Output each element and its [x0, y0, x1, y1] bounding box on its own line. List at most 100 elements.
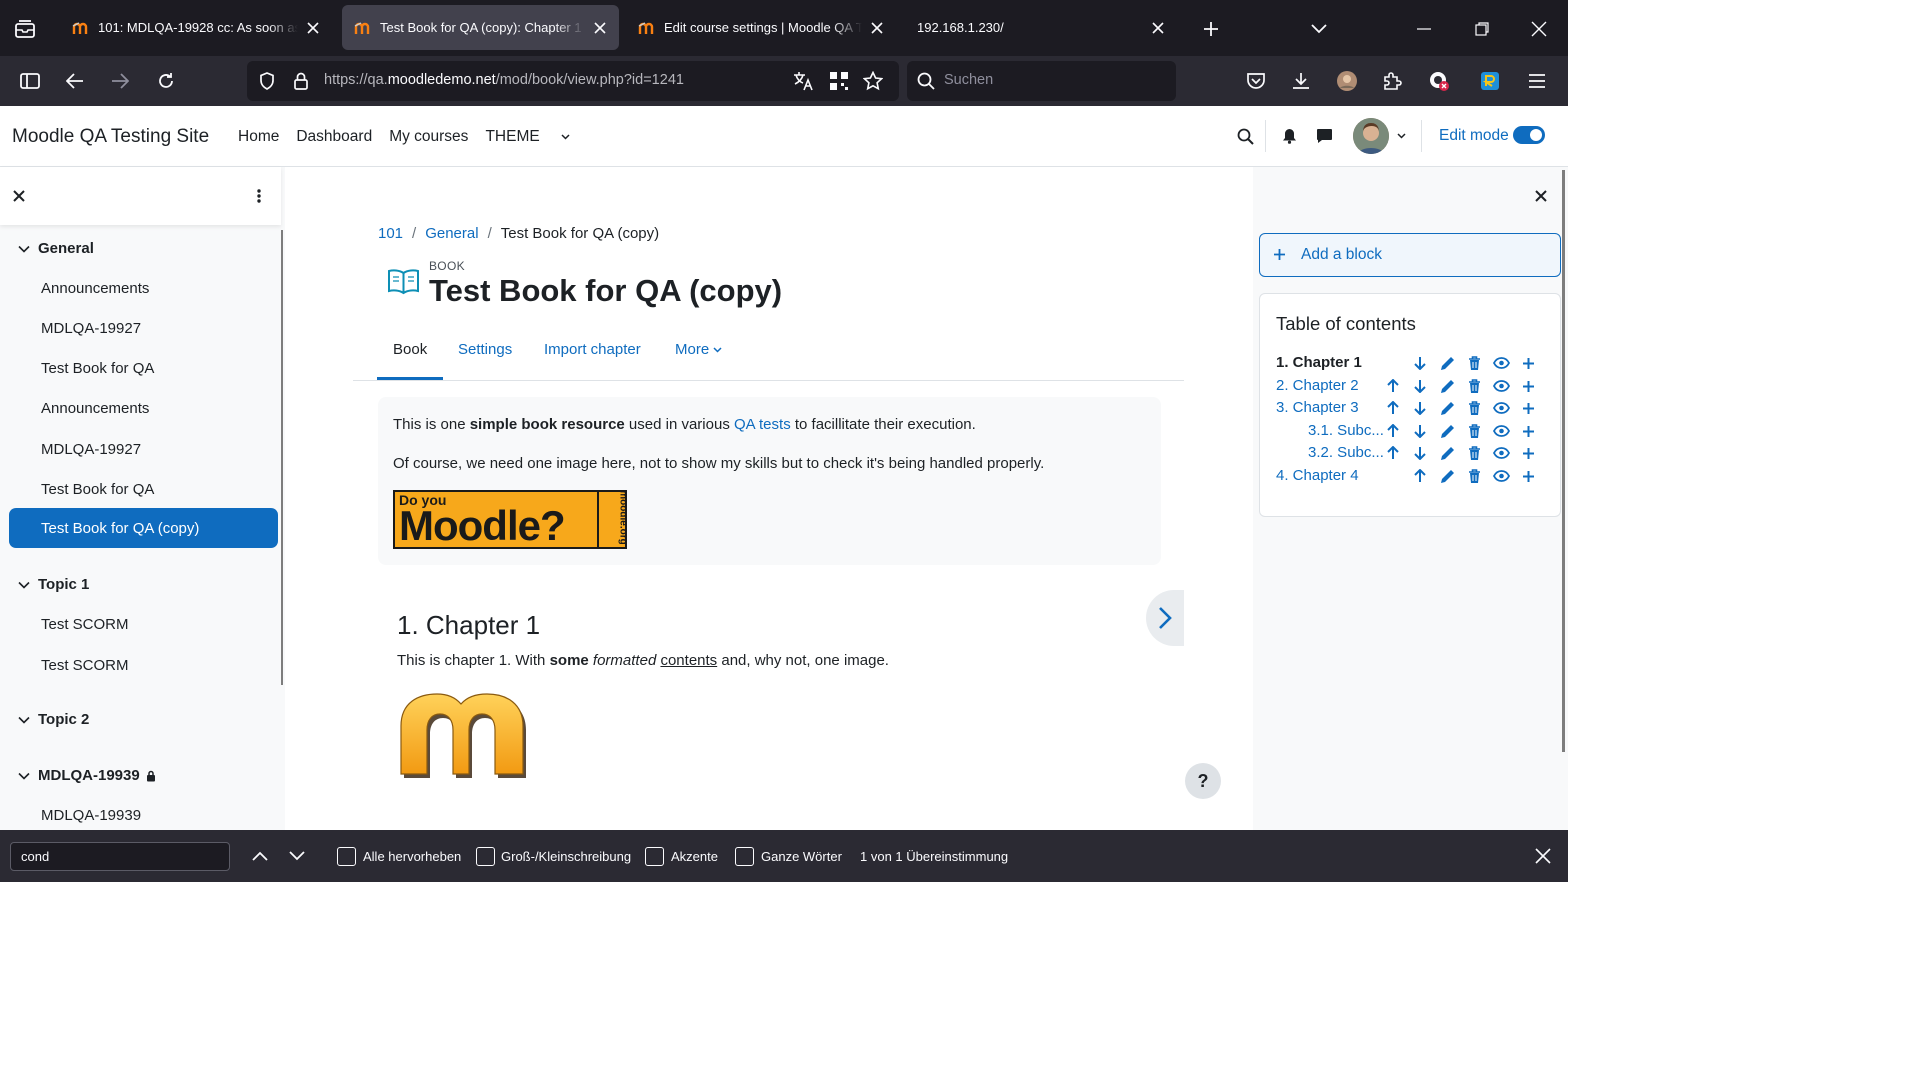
tab-import-chapter[interactable]: Import chapter — [544, 341, 641, 358]
accents-label[interactable]: Akzente — [671, 849, 718, 864]
move-down-arrow-icon[interactable] — [1411, 377, 1429, 395]
downloads-icon[interactable] — [1284, 64, 1318, 98]
user-menu-chevron-icon[interactable] — [1395, 131, 1407, 141]
course-index-item[interactable]: Test SCORM — [41, 657, 129, 674]
user-avatar[interactable] — [1353, 118, 1389, 154]
sidebar-toggle-icon[interactable] — [13, 64, 47, 98]
toc-subchapter-link[interactable]: 3.1. Subc... — [1308, 422, 1384, 439]
course-index-item[interactable]: Announcements — [41, 280, 149, 297]
course-index-item[interactable]: Announcements — [41, 400, 149, 417]
tab-settings[interactable]: Settings — [458, 341, 512, 358]
delete-trash-icon[interactable] — [1465, 422, 1483, 440]
url-bar[interactable]: https://qa.moodledemo.net/mod/book/view.… — [247, 61, 899, 101]
messages-icon[interactable] — [1311, 123, 1337, 149]
whole-words-label[interactable]: Ganze Wörter — [761, 849, 842, 864]
add-chapter-plus-icon[interactable] — [1519, 467, 1537, 485]
delete-trash-icon[interactable] — [1465, 467, 1483, 485]
course-index-item[interactable]: Test Book for QA — [41, 360, 154, 377]
site-name[interactable]: Moodle QA Testing Site — [12, 126, 209, 148]
edit-pencil-icon[interactable] — [1438, 444, 1456, 462]
highlight-all-checkbox[interactable] — [337, 847, 356, 866]
browser-tab[interactable]: Edit course settings | Moodle QA Testin — [626, 5, 896, 50]
toc-chapter-link[interactable]: 2. Chapter 2 — [1276, 377, 1359, 394]
move-down-arrow-icon[interactable] — [1411, 354, 1429, 372]
pocket-icon[interactable] — [1239, 64, 1273, 98]
move-up-arrow-icon[interactable] — [1384, 422, 1402, 440]
nav-dashboard[interactable]: Dashboard — [296, 128, 372, 146]
delete-trash-icon[interactable] — [1465, 377, 1483, 395]
hide-eye-icon[interactable] — [1492, 422, 1510, 440]
move-down-arrow-icon[interactable] — [1411, 444, 1429, 462]
course-index-item[interactable]: MDLQA-19927 — [41, 320, 141, 337]
close-drawer-icon[interactable] — [10, 186, 28, 206]
url-text[interactable]: https://qa.moodledemo.net/mod/book/view.… — [324, 72, 684, 88]
hide-eye-icon[interactable] — [1492, 444, 1510, 462]
kebab-menu-icon[interactable] — [250, 186, 268, 206]
breadcrumb-section[interactable]: General — [425, 225, 478, 242]
edit-pencil-icon[interactable] — [1438, 422, 1456, 440]
move-up-arrow-icon[interactable] — [1384, 399, 1402, 417]
close-window-icon[interactable] — [1522, 12, 1556, 46]
course-index-item[interactable]: MDLQA-19939 — [41, 807, 141, 824]
next-chapter-button[interactable] — [1146, 590, 1184, 646]
browser-tab[interactable]: 192.168.1.230/ — [905, 5, 1177, 50]
drawer-scrollbar[interactable] — [281, 230, 283, 685]
nav-home[interactable]: Home — [238, 128, 279, 146]
browser-search-bar[interactable]: Suchen — [907, 61, 1176, 101]
new-tab-icon[interactable] — [1194, 12, 1228, 46]
breadcrumb-course[interactable]: 101 — [378, 225, 403, 242]
highlight-all-label[interactable]: Alle hervorheben — [363, 849, 461, 864]
course-index-item[interactable]: Test SCORM — [41, 616, 129, 633]
match-case-checkbox[interactable] — [476, 847, 495, 866]
add-block-button[interactable]: Add a block — [1259, 233, 1561, 277]
qa-tests-link[interactable]: QA tests — [734, 416, 791, 433]
close-tab-icon[interactable] — [591, 19, 609, 37]
delete-trash-icon[interactable] — [1465, 444, 1483, 462]
search-icon[interactable] — [1232, 123, 1258, 149]
tab-book[interactable]: Book — [393, 341, 427, 358]
move-down-arrow-icon[interactable] — [1411, 399, 1429, 417]
whole-words-checkbox[interactable] — [735, 847, 754, 866]
find-input[interactable] — [10, 842, 230, 871]
close-tab-icon[interactable] — [868, 19, 886, 37]
nav-theme[interactable]: THEME — [485, 128, 570, 146]
edit-pencil-icon[interactable] — [1438, 399, 1456, 417]
course-index-item[interactable]: Test Book for QA — [41, 481, 154, 498]
restore-window-icon[interactable] — [1465, 12, 1499, 46]
page-scrollbar[interactable] — [1562, 170, 1565, 752]
section-mdlqa-19939[interactable]: MDLQA-19939 — [17, 767, 156, 784]
close-find-bar-icon[interactable] — [1531, 844, 1555, 868]
section-topic-1[interactable]: Topic 1 — [17, 576, 89, 593]
add-chapter-plus-icon[interactable] — [1519, 444, 1537, 462]
move-down-arrow-icon[interactable] — [1411, 422, 1429, 440]
course-index-item[interactable]: MDLQA-19927 — [41, 441, 141, 458]
back-arrow-icon[interactable] — [58, 64, 92, 98]
match-case-label[interactable]: Groß-/Kleinschreibung — [501, 849, 631, 864]
help-button[interactable]: ? — [1185, 763, 1221, 799]
edit-pencil-icon[interactable] — [1438, 467, 1456, 485]
toc-chapter-link[interactable]: 4. Chapter 4 — [1276, 467, 1359, 484]
close-block-drawer-icon[interactable] — [1533, 187, 1549, 205]
move-up-arrow-icon[interactable] — [1384, 377, 1402, 395]
move-up-arrow-icon[interactable] — [1384, 444, 1402, 462]
close-tab-icon[interactable] — [1149, 19, 1167, 37]
toc-chapter-link[interactable]: 3. Chapter 3 — [1276, 399, 1359, 416]
add-chapter-plus-icon[interactable] — [1519, 354, 1537, 372]
hamburger-menu-icon[interactable] — [1520, 64, 1554, 98]
browser-tab[interactable]: 101: MDLQA-19928 cc: As soon as we l — [60, 5, 332, 50]
accents-checkbox[interactable] — [645, 847, 664, 866]
section-general[interactable]: General — [17, 240, 94, 257]
section-topic-2[interactable]: Topic 2 — [17, 711, 89, 728]
qr-code-icon[interactable] — [827, 69, 851, 93]
minimize-window-icon[interactable] — [1407, 12, 1441, 46]
edit-mode-toggle[interactable] — [1513, 126, 1545, 144]
edit-pencil-icon[interactable] — [1438, 377, 1456, 395]
hide-eye-icon[interactable] — [1492, 377, 1510, 395]
account-avatar-icon[interactable] — [1330, 64, 1364, 98]
hide-eye-icon[interactable] — [1492, 467, 1510, 485]
browser-tab-active[interactable]: Test Book for QA (copy): Chapter 1 | Mo — [342, 5, 619, 50]
toc-subchapter-link[interactable]: 3.2. Subc... — [1308, 444, 1384, 461]
add-chapter-plus-icon[interactable] — [1519, 422, 1537, 440]
hide-eye-icon[interactable] — [1492, 354, 1510, 372]
extensions-puzzle-icon[interactable] — [1375, 64, 1409, 98]
